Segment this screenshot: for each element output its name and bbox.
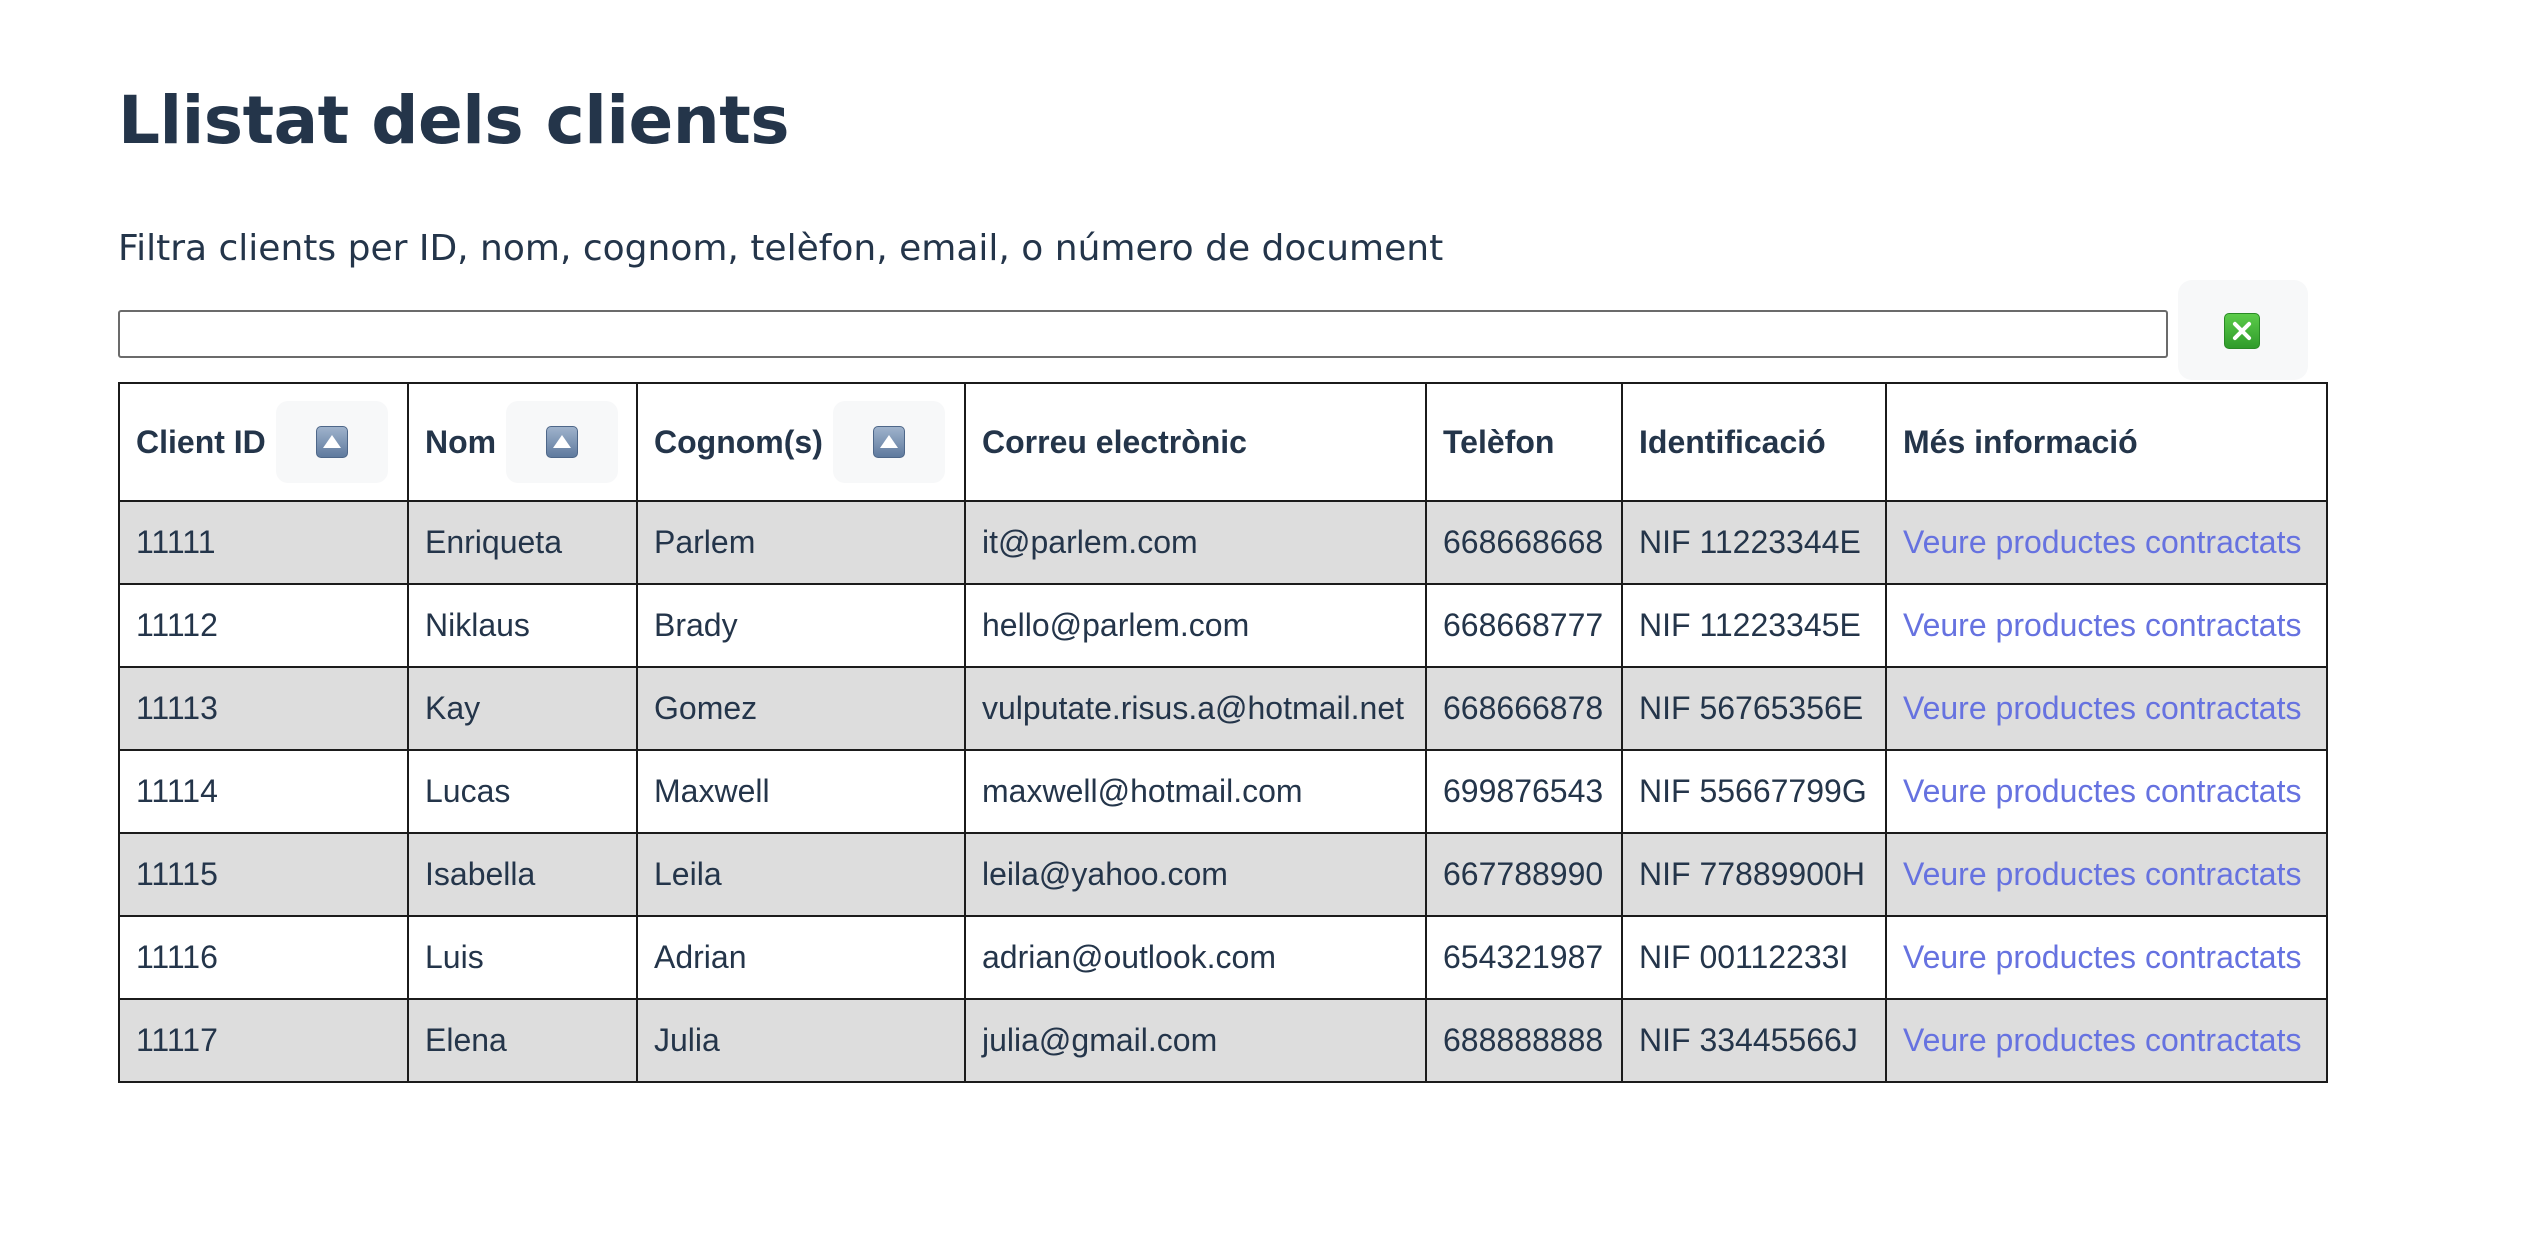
- cell-cognom: Leila: [636, 832, 966, 917]
- cell-nom: Lucas: [407, 749, 638, 834]
- column-header-label: Nom: [425, 423, 497, 460]
- cell-nom: Elena: [407, 998, 638, 1083]
- table-row: 11114 Lucas Maxwell maxwell@hotmail.com …: [118, 749, 2328, 834]
- sort-up-icon: [872, 426, 905, 458]
- cell-identificacio: NIF 11223345E: [1621, 583, 1887, 668]
- cell-mes-informacio: Veure productes contractats: [1885, 915, 2328, 1000]
- cell-cognom: Brady: [636, 583, 966, 668]
- table-header-row: Client ID Nom Cognom(s) Correu electròni…: [118, 382, 2328, 502]
- filter-label: Filtra clients per ID, nom, cognom, telè…: [118, 228, 1444, 269]
- column-header-telefon: Telèfon: [1425, 382, 1623, 502]
- cell-mes-informacio: Veure productes contractats: [1885, 998, 2328, 1083]
- column-header-cognom: Cognom(s): [636, 382, 966, 502]
- cell-email: it@parlem.com: [964, 500, 1427, 585]
- column-header-email: Correu electrònic: [964, 382, 1427, 502]
- view-products-link[interactable]: Veure productes contractats: [1903, 773, 2301, 809]
- cell-mes-informacio: Veure productes contractats: [1885, 749, 2328, 834]
- table-row: 11111 Enriqueta Parlem it@parlem.com 668…: [118, 500, 2328, 585]
- cell-mes-informacio: Veure productes contractats: [1885, 832, 2328, 917]
- cell-mes-informacio: Veure productes contractats: [1885, 500, 2328, 585]
- clients-table: Client ID Nom Cognom(s) Correu electròni…: [118, 382, 2328, 1083]
- view-products-link[interactable]: Veure productes contractats: [1903, 524, 2301, 560]
- cell-nom: Kay: [407, 666, 638, 751]
- table-row: 11112 Niklaus Brady hello@parlem.com 668…: [118, 583, 2328, 668]
- view-products-link[interactable]: Veure productes contractats: [1903, 607, 2301, 643]
- cell-client-id: 11111: [118, 500, 409, 585]
- cell-client-id: 11113: [118, 666, 409, 751]
- cell-telefon: 667788990: [1425, 832, 1623, 917]
- cell-telefon: 654321987: [1425, 915, 1623, 1000]
- column-header-mes-informacio: Més informació: [1885, 382, 2328, 502]
- sort-cognom-button[interactable]: [832, 401, 945, 483]
- cell-nom: Enriqueta: [407, 500, 638, 585]
- cell-nom: Niklaus: [407, 583, 638, 668]
- cell-identificacio: NIF 55667799G: [1621, 749, 1887, 834]
- cell-telefon: 668668777: [1425, 583, 1623, 668]
- cell-email: adrian@outlook.com: [964, 915, 1427, 1000]
- cell-client-id: 11114: [118, 749, 409, 834]
- cell-email: hello@parlem.com: [964, 583, 1427, 668]
- cell-client-id: 11112: [118, 583, 409, 668]
- cell-client-id: 11116: [118, 915, 409, 1000]
- clear-x-icon: [2224, 313, 2260, 349]
- table-row: 11117 Elena Julia julia@gmail.com 688888…: [118, 998, 2328, 1083]
- cell-nom: Isabella: [407, 832, 638, 917]
- cell-telefon: 668666878: [1425, 666, 1623, 751]
- cell-client-id: 11115: [118, 832, 409, 917]
- cell-mes-informacio: Veure productes contractats: [1885, 666, 2328, 751]
- table-row: 11113 Kay Gomez vulputate.risus.a@hotmai…: [118, 666, 2328, 751]
- view-products-link[interactable]: Veure productes contractats: [1903, 856, 2301, 892]
- sort-up-icon: [315, 426, 348, 458]
- cell-cognom: Adrian: [636, 915, 966, 1000]
- view-products-link[interactable]: Veure productes contractats: [1903, 1022, 2301, 1058]
- page-title: Llistat dels clients: [118, 82, 790, 159]
- clear-filter-button[interactable]: [2178, 280, 2308, 380]
- cell-cognom: Parlem: [636, 500, 966, 585]
- column-header-label: Client ID: [136, 423, 266, 460]
- filter-input[interactable]: [118, 310, 2168, 358]
- cell-telefon: 668668668: [1425, 500, 1623, 585]
- cell-telefon: 688888888: [1425, 998, 1623, 1083]
- sort-client-id-button[interactable]: [275, 401, 388, 483]
- cell-email: maxwell@hotmail.com: [964, 749, 1427, 834]
- cell-email: julia@gmail.com: [964, 998, 1427, 1083]
- cell-cognom: Gomez: [636, 666, 966, 751]
- view-products-link[interactable]: Veure productes contractats: [1903, 939, 2301, 975]
- cell-cognom: Julia: [636, 998, 966, 1083]
- column-header-nom: Nom: [407, 382, 638, 502]
- table-row: 11115 Isabella Leila leila@yahoo.com 667…: [118, 832, 2328, 917]
- column-header-label: Cognom(s): [654, 423, 823, 460]
- column-header-client-id: Client ID: [118, 382, 409, 502]
- cell-nom: Luis: [407, 915, 638, 1000]
- cell-email: leila@yahoo.com: [964, 832, 1427, 917]
- table-row: 11116 Luis Adrian adrian@outlook.com 654…: [118, 915, 2328, 1000]
- sort-nom-button[interactable]: [506, 401, 619, 483]
- view-products-link[interactable]: Veure productes contractats: [1903, 690, 2301, 726]
- filter-row: [118, 280, 2318, 380]
- cell-client-id: 11117: [118, 998, 409, 1083]
- cell-email: vulputate.risus.a@hotmail.net: [964, 666, 1427, 751]
- cell-identificacio: NIF 56765356E: [1621, 666, 1887, 751]
- cell-telefon: 699876543: [1425, 749, 1623, 834]
- cell-identificacio: NIF 11223344E: [1621, 500, 1887, 585]
- cell-identificacio: NIF 00112233I: [1621, 915, 1887, 1000]
- cell-cognom: Maxwell: [636, 749, 966, 834]
- cell-identificacio: NIF 77889900H: [1621, 832, 1887, 917]
- sort-up-icon: [546, 426, 579, 458]
- column-header-identificacio: Identificació: [1621, 382, 1887, 502]
- cell-mes-informacio: Veure productes contractats: [1885, 583, 2328, 668]
- cell-identificacio: NIF 33445566J: [1621, 998, 1887, 1083]
